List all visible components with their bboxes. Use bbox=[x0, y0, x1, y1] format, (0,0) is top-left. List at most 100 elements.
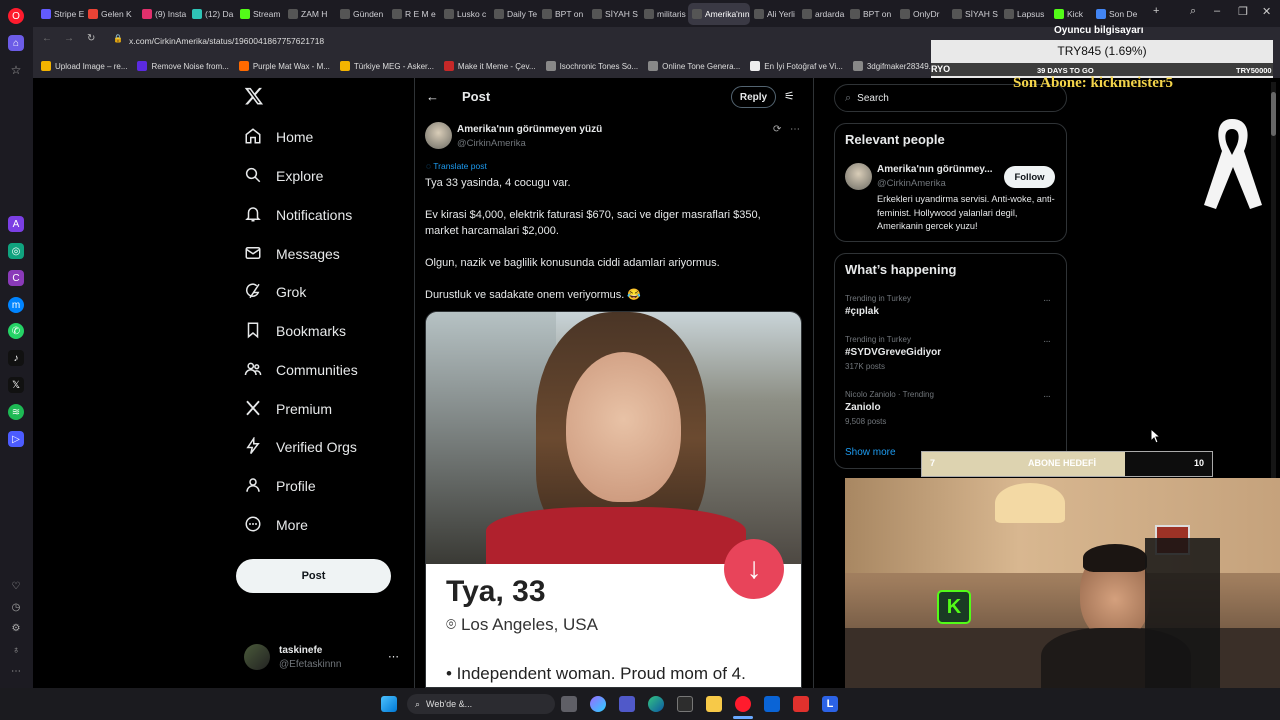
post-image[interactable]: ↓ Tya, 33 ⌾ Los Angeles, USA • Independe… bbox=[425, 311, 802, 688]
app-icon[interactable]: C bbox=[8, 270, 24, 286]
maximize-button[interactable]: ❐ bbox=[1238, 5, 1248, 18]
url-field[interactable]: x.com/CirkinAmerika/status/1960041867757… bbox=[129, 31, 949, 50]
browser-tab[interactable]: Amerika'nın g bbox=[688, 2, 750, 25]
post-menu-icon[interactable]: ⋯ bbox=[790, 124, 800, 135]
bookmark-item[interactable]: Isochronic Tones So... bbox=[545, 61, 638, 71]
nav-item-explore[interactable]: Explore bbox=[244, 163, 323, 189]
aria-icon[interactable]: A bbox=[8, 216, 24, 232]
home-icon[interactable]: ⌂ bbox=[8, 35, 24, 51]
forward-icon[interactable]: → bbox=[64, 33, 74, 44]
nav-item-premium[interactable]: Premium bbox=[244, 396, 332, 422]
reply-button[interactable]: Reply bbox=[731, 86, 776, 108]
app-l-icon[interactable]: L bbox=[822, 696, 838, 712]
browser-tab[interactable]: Daily Te bbox=[490, 3, 538, 25]
account-name[interactable]: taskinefe bbox=[279, 645, 322, 656]
nav-item-more[interactable]: More bbox=[244, 512, 308, 538]
nav-item-home[interactable]: Home bbox=[244, 124, 313, 150]
new-tab-button[interactable]: + bbox=[1153, 5, 1159, 17]
nav-item-bookmarks[interactable]: Bookmarks bbox=[244, 318, 346, 344]
person-avatar[interactable] bbox=[845, 163, 872, 190]
author-avatar[interactable] bbox=[425, 122, 452, 149]
grok-icon[interactable]: ⟳ bbox=[773, 124, 781, 135]
minimize-button[interactable]: – bbox=[1214, 5, 1220, 17]
tiktok-icon[interactable]: ♪ bbox=[8, 350, 24, 366]
browser-tab[interactable]: Lusko c bbox=[440, 3, 490, 25]
bookmark-item[interactable]: En İyi Fotoğraf ve Vi... bbox=[750, 61, 843, 71]
search-tabs-icon[interactable]: ⌕ bbox=[1190, 5, 1196, 18]
spotify-icon[interactable]: ≋ bbox=[8, 404, 24, 420]
x-icon[interactable]: 𝕏 bbox=[8, 377, 24, 393]
trend-item[interactable]: Nicolo Zaniolo · Trending Zaniolo 9,508 po… bbox=[845, 390, 934, 426]
bookmark-item[interactable]: Make it Meme - Çev... bbox=[443, 61, 536, 71]
browser-tab[interactable]: SİYAH S bbox=[948, 3, 1000, 25]
browser-tab[interactable]: BPT on bbox=[538, 3, 588, 25]
store-icon[interactable] bbox=[677, 696, 693, 712]
browser-tab[interactable]: Stream bbox=[236, 3, 284, 25]
browser-tab[interactable]: ZAM H bbox=[284, 3, 336, 25]
trend-menu-icon[interactable]: ··· bbox=[1043, 391, 1051, 402]
outlook-icon[interactable] bbox=[764, 696, 780, 712]
author-name[interactable]: Amerika'nın görünmeyen yüzü bbox=[457, 124, 602, 135]
sliders-icon[interactable]: ⚟ bbox=[784, 89, 795, 103]
bookmark-item[interactable]: Online Tone Genera... bbox=[648, 61, 740, 71]
close-button[interactable]: ✕ bbox=[1262, 5, 1271, 18]
windows-start-icon[interactable] bbox=[381, 696, 397, 712]
browser-tab[interactable]: Ali Yerli bbox=[750, 3, 798, 25]
nav-item-profile[interactable]: Profile bbox=[244, 473, 316, 499]
trend-menu-icon[interactable]: ··· bbox=[1043, 336, 1051, 347]
scrollbar-thumb[interactable] bbox=[1271, 92, 1276, 136]
reload-icon[interactable]: ↻ bbox=[87, 33, 95, 44]
x-logo-icon[interactable] bbox=[244, 86, 266, 108]
nav-item-grok[interactable]: Grok bbox=[244, 279, 306, 305]
history-icon[interactable]: ◷ bbox=[8, 599, 24, 615]
show-more-link[interactable]: Show more bbox=[845, 447, 896, 458]
person-name[interactable]: Amerika'nın görünmey... bbox=[877, 164, 993, 175]
settings-icon[interactable]: ⚙ bbox=[8, 620, 24, 636]
more-icon[interactable]: ⋯ bbox=[8, 663, 24, 679]
heart-icon[interactable]: ♡ bbox=[8, 578, 24, 594]
taskbar-search[interactable]: ⌕ Web'de &... bbox=[407, 694, 555, 714]
trend-item[interactable]: Trending in Turkey #çıplak bbox=[845, 294, 911, 317]
nav-item-communities[interactable]: Communities bbox=[244, 357, 358, 383]
translate-post-link[interactable]: ◌ Translate post bbox=[426, 161, 487, 171]
account-avatar[interactable] bbox=[244, 644, 270, 670]
copilot-icon[interactable] bbox=[590, 696, 606, 712]
browser-tab[interactable]: (9) Insta bbox=[138, 3, 188, 25]
browser-tab[interactable]: Lapsus bbox=[1000, 3, 1050, 25]
messenger-icon[interactable]: m bbox=[8, 297, 24, 313]
browser-tab[interactable]: BPT on bbox=[846, 3, 896, 25]
nav-item-notifications[interactable]: Notifications bbox=[244, 202, 352, 228]
browser-tab[interactable]: ardarda bbox=[798, 3, 846, 25]
post-button[interactable]: Post bbox=[236, 559, 391, 593]
chatgpt-icon[interactable]: ◎ bbox=[8, 243, 24, 259]
browser-tab[interactable]: Kick bbox=[1050, 3, 1092, 25]
trend-menu-icon[interactable]: ··· bbox=[1043, 295, 1051, 306]
bookmark-item[interactable]: Türkiye MEG - Asker... bbox=[339, 61, 434, 71]
browser-tab[interactable]: Stripe E bbox=[37, 3, 84, 25]
browser-tab[interactable]: Son De bbox=[1092, 3, 1142, 25]
opera-logo-icon[interactable]: O bbox=[8, 8, 24, 24]
browser-tab[interactable]: Gelen K bbox=[84, 3, 138, 25]
task-view-icon[interactable] bbox=[561, 696, 577, 712]
bookmark-item[interactable]: Upload Image – re... bbox=[41, 61, 127, 71]
lightbulb-icon[interactable]: ♁ bbox=[8, 642, 24, 658]
browser-tab[interactable]: OnlyDr bbox=[896, 3, 948, 25]
browser-tab[interactable]: Günden bbox=[336, 3, 388, 25]
app-icon[interactable] bbox=[793, 696, 809, 712]
back-arrow-icon[interactable]: ← bbox=[426, 89, 439, 104]
browser-tab[interactable]: R E M e bbox=[388, 3, 440, 25]
whatsapp-icon[interactable]: ✆ bbox=[8, 323, 24, 339]
back-icon[interactable]: ← bbox=[42, 33, 52, 44]
bookmark-item[interactable]: Remove Noise from... bbox=[137, 61, 229, 71]
trend-item[interactable]: Trending in Turkey #SYDVGreveGidiyor 317K … bbox=[845, 335, 941, 371]
account-menu-icon[interactable]: ⋯ bbox=[388, 650, 399, 663]
browser-tab[interactable]: militaris bbox=[640, 3, 688, 25]
file-explorer-icon[interactable] bbox=[706, 696, 722, 712]
opera-taskbar-icon[interactable] bbox=[735, 696, 751, 712]
teams-icon[interactable] bbox=[619, 696, 635, 712]
nav-item-verified-orgs[interactable]: Verified Orgs bbox=[244, 434, 357, 460]
bookmark-item[interactable]: Purple Mat Wax - M... bbox=[238, 61, 330, 71]
speed-dial-icon[interactable]: ☆ bbox=[8, 62, 24, 78]
browser-tab[interactable]: SİYAH S bbox=[588, 3, 640, 25]
nav-item-messages[interactable]: Messages bbox=[244, 241, 340, 267]
